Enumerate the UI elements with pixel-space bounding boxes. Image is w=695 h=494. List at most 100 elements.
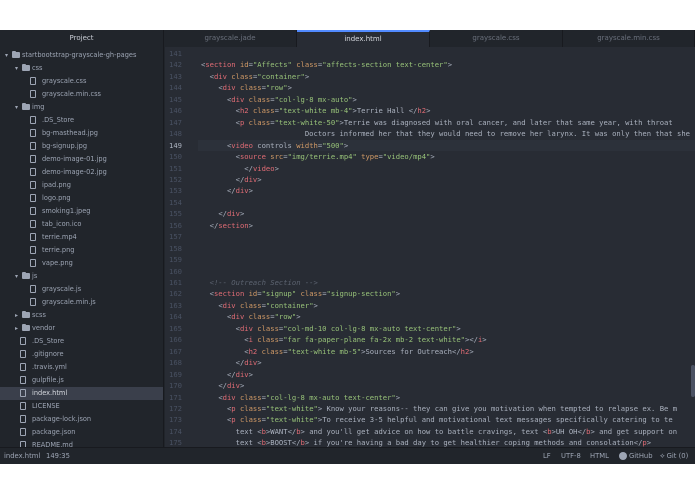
code-editor[interactable]: 141 142 <section id="Affects" class="affec…	[165, 47, 695, 447]
code-line[interactable]: </div>	[201, 208, 695, 219]
tree-file-logo-png[interactable]: logo.png	[0, 192, 163, 205]
status-grammar[interactable]: HTML	[590, 448, 609, 464]
tree-file-terrie-mp4[interactable]: terrie.mp4	[0, 231, 163, 244]
code-line[interactable]: <div class="row">	[201, 82, 695, 93]
tree-file-gitignore[interactable]: .gitignore	[0, 348, 163, 361]
code-line[interactable]: </div>	[201, 185, 695, 196]
tree-file-terrie-png[interactable]: terrie.png	[0, 244, 163, 257]
tree-file-package-json[interactable]: package.json	[0, 426, 163, 439]
code-line[interactable]: </video>	[201, 163, 695, 174]
tree-file-index-html[interactable]: index.html	[0, 387, 163, 400]
tree-file-smoking1-jpeg[interactable]: smoking1.jpeg	[0, 205, 163, 218]
tree-file-ipad-png[interactable]: ipad.png	[0, 179, 163, 192]
code-line[interactable]: <p class="text-white"> Know your reasons…	[201, 403, 695, 414]
code-line[interactable]: <section id="Affects" class="affects-sec…	[201, 59, 695, 70]
tab-grayscale-min-css[interactable]: grayscale.min.css	[563, 30, 695, 47]
code-line[interactable]: <div class="col-md-10 col-lg-8 mx-auto t…	[201, 323, 695, 334]
status-line-ending[interactable]: LF	[543, 448, 551, 464]
tree-item-label: package-lock.json	[32, 415, 92, 423]
tree-file-grayscale-min-css[interactable]: grayscale.min.css	[0, 88, 163, 101]
code-line[interactable]	[201, 266, 695, 277]
status-cursor-position[interactable]: 149:35	[46, 448, 70, 464]
code-line[interactable]	[201, 254, 695, 265]
chevron-right-icon[interactable]: ▸	[13, 322, 20, 335]
tab-project[interactable]: Project	[0, 30, 164, 47]
code-line[interactable]: <source src="img/terrie.mp4" type="video…	[201, 151, 695, 162]
tree-file-grayscale-min-js[interactable]: grayscale.min.js	[0, 296, 163, 309]
tree-file-package-lock-json[interactable]: package-lock.json	[0, 413, 163, 426]
code-line[interactable]	[201, 197, 695, 208]
tab-bar: Project grayscale.jade index.html graysc…	[0, 30, 695, 47]
code-line[interactable]: </div>	[201, 380, 695, 391]
status-encoding[interactable]: UTF-8	[561, 448, 581, 464]
tree-item-label: bg-signup.jpg	[42, 142, 88, 150]
tree-item-label: logo.png	[42, 194, 71, 202]
tree-folder-img[interactable]: ▾ img	[0, 101, 163, 114]
line-number: 146	[169, 106, 182, 116]
tree-folder-scss[interactable]: ▸ scss	[0, 309, 163, 322]
line-number: 150	[169, 152, 182, 162]
code-line[interactable]: <section id="signup" class="signup-secti…	[201, 288, 695, 299]
tree-file-bg-masthead-jpg[interactable]: bg-masthead.jpg	[0, 127, 163, 140]
code-line[interactable]: <p class="text-white-50">Terrie was diag…	[201, 117, 695, 128]
tree-file-vape-png[interactable]: vape.png	[0, 257, 163, 270]
code-line[interactable]: <div class="col-lg-8 mx-auto">	[201, 94, 695, 105]
tree-file-license[interactable]: LICENSE	[0, 400, 163, 413]
tree-folder-css[interactable]: ▾ css	[0, 62, 163, 75]
code-line[interactable]: </div>	[201, 369, 695, 380]
status-file-name[interactable]: index.html	[4, 448, 40, 464]
file-icon	[30, 285, 36, 293]
tree-folder-vendor[interactable]: ▸ vendor	[0, 322, 163, 335]
tab-grayscale-jade[interactable]: grayscale.jade	[164, 30, 297, 47]
tree-file-grayscale-css[interactable]: grayscale.css	[0, 75, 163, 88]
tree-file-grayscale-js[interactable]: grayscale.js	[0, 283, 163, 296]
code-line[interactable]: <h2 class="text-white mb-5">Sources for …	[201, 346, 695, 357]
tree-file-ds-store[interactable]: .DS_Store	[0, 114, 163, 127]
tree-file-bg-signup-jpg[interactable]: bg-signup.jpg	[0, 140, 163, 153]
code-line[interactable]: <div class="row">	[201, 311, 695, 322]
line-number: 166	[169, 335, 182, 345]
code-line[interactable]: <p class="text-white">To receive 3-5 hel…	[201, 414, 695, 425]
code-line[interactable]: <i class="far fa-paper-plane fa-2x mb-2 …	[201, 334, 695, 345]
code-line[interactable]: <div class="container">	[201, 300, 695, 311]
line-number: 175	[169, 438, 182, 447]
code-line[interactable]: <!-- Outreach Section -->	[201, 277, 695, 288]
line-number: 149	[169, 140, 182, 150]
tree-folder-startbootstrap-grayscale-gh-pages[interactable]: ▾ startbootstrap-grayscale-gh-pages	[0, 49, 163, 62]
status-github[interactable]: GitHub	[619, 448, 653, 464]
chevron-down-icon[interactable]: ▾	[13, 62, 20, 75]
line-number: 154	[169, 197, 182, 207]
tree-file-travis-yml[interactable]: .travis.yml	[0, 361, 163, 374]
project-tree: ▾ startbootstrap-grayscale-gh-pages ▾ css gr…	[0, 47, 164, 447]
status-git[interactable]: ⟡ Git (0)	[660, 448, 688, 464]
tree-file-gulpfile-js[interactable]: gulpfile.js	[0, 374, 163, 387]
tab-grayscale-css[interactable]: grayscale.css	[430, 30, 563, 47]
chevron-down-icon[interactable]: ▾	[13, 270, 20, 283]
code-line[interactable]: <div class="container">	[201, 71, 695, 82]
tree-file-demo-image-01-jpg[interactable]: demo-image-01.jpg	[0, 153, 163, 166]
code-line[interactable]: </div>	[201, 357, 695, 368]
tree-file-ds-store[interactable]: .DS_Store	[0, 335, 163, 348]
code-line[interactable]	[201, 231, 695, 242]
chevron-right-icon[interactable]: ▸	[13, 309, 20, 322]
tree-file-tab-icon-ico[interactable]: tab_icon.ico	[0, 218, 163, 231]
code-line[interactable]: <h2 class="text-white mb-4">Terrie Hall …	[201, 105, 695, 116]
code-line[interactable]: </section>	[201, 220, 695, 231]
file-icon	[20, 363, 26, 371]
tree-file-demo-image-02-jpg[interactable]: demo-image-02.jpg	[0, 166, 163, 179]
tree-folder-js[interactable]: ▾ js	[0, 270, 163, 283]
code-line[interactable]: text <b>WANT</b> and you'll get advice o…	[201, 426, 695, 437]
code-line[interactable]	[201, 48, 695, 59]
code-line[interactable]	[201, 243, 695, 254]
chevron-down-icon[interactable]: ▾	[13, 101, 20, 114]
code-line[interactable]: Doctors informed her that they would nee…	[201, 128, 695, 139]
code-line[interactable]: text <b>BOOST</b> if you're having a bad…	[201, 437, 695, 447]
tree-item-label: smoking1.jpeg	[42, 207, 91, 215]
code-line[interactable]: </div>	[201, 174, 695, 185]
code-line[interactable]: <video controls width="500">	[201, 140, 695, 151]
tab-index-html[interactable]: index.html	[297, 30, 430, 47]
tree-item-label: img	[32, 103, 45, 111]
tree-file-readme-md[interactable]: README.md	[0, 439, 163, 447]
code-line[interactable]: <div class="col-lg-8 mx-auto text-center…	[201, 392, 695, 403]
chevron-down-icon[interactable]: ▾	[3, 49, 10, 62]
